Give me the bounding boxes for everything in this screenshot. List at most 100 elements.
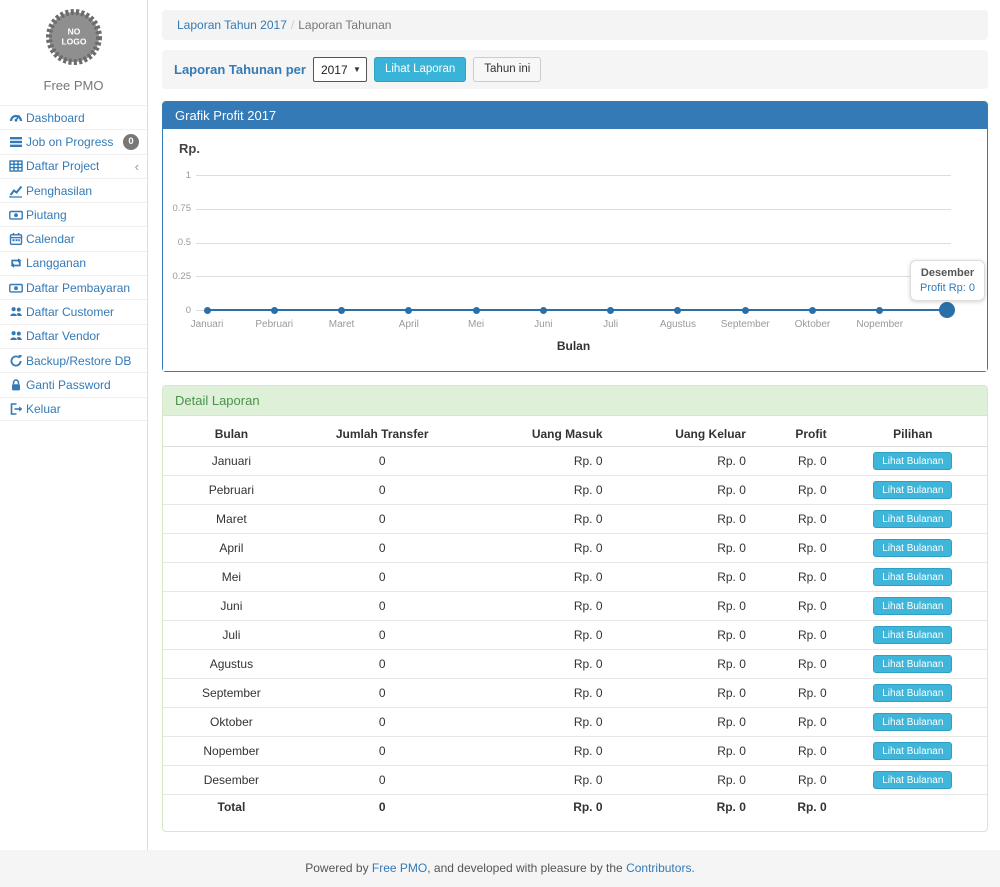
footer-link-freepmo[interactable]: Free PMO bbox=[372, 861, 427, 875]
cell-uang_masuk: Rp. 0 bbox=[465, 708, 615, 737]
table-row-juni: Juni0Rp. 0Rp. 0Rp. 0Lihat Bulanan bbox=[163, 592, 987, 621]
cell-uang_keluar: Rp. 0 bbox=[615, 505, 758, 534]
cell-bulan: Oktober bbox=[163, 708, 300, 737]
sidebar-item-daftar-pembayaran[interactable]: Daftar Pembayaran bbox=[0, 275, 147, 299]
cell-profit: Rp. 0 bbox=[758, 592, 839, 621]
cell-bulan: April bbox=[163, 534, 300, 563]
view-monthly-button-mei[interactable]: Lihat Bulanan bbox=[873, 568, 952, 586]
chart-point-agustus[interactable] bbox=[674, 307, 681, 314]
chart-point-mei[interactable] bbox=[473, 307, 480, 314]
cell-uang_keluar: Rp. 0 bbox=[615, 447, 758, 476]
sidebar-item-piutang[interactable]: Piutang bbox=[0, 202, 147, 226]
table-header-row: BulanJumlah TransferUang MasukUang Kelua… bbox=[163, 422, 987, 447]
view-monthly-button-oktober[interactable]: Lihat Bulanan bbox=[873, 713, 952, 731]
cell-uang_masuk: Rp. 0 bbox=[465, 679, 615, 708]
footer-link-contributors[interactable]: Contributors. bbox=[626, 861, 695, 875]
detail-panel-title: Detail Laporan bbox=[163, 386, 987, 416]
cell-bulan: Nopember bbox=[163, 737, 300, 766]
column-header-uang-masuk: Uang Masuk bbox=[465, 422, 615, 447]
view-monthly-button-juni[interactable]: Lihat Bulanan bbox=[873, 597, 952, 615]
table-row-september: September0Rp. 0Rp. 0Rp. 0Lihat Bulanan bbox=[163, 679, 987, 708]
tachometer-icon bbox=[9, 111, 26, 125]
chart-point-maret[interactable] bbox=[338, 307, 345, 314]
table-row-juli: Juli0Rp. 0Rp. 0Rp. 0Lihat Bulanan bbox=[163, 621, 987, 650]
chart-point-juni[interactable] bbox=[540, 307, 547, 314]
sidebar-item-keluar[interactable]: Keluar bbox=[0, 397, 147, 421]
chart-point-nopember[interactable] bbox=[876, 307, 883, 314]
filter-label: Laporan Tahunan per bbox=[174, 62, 306, 77]
chart-gridline bbox=[196, 175, 951, 176]
view-monthly-button-juli[interactable]: Lihat Bulanan bbox=[873, 626, 952, 644]
cell-uang_keluar: Rp. 0 bbox=[615, 737, 758, 766]
chart-gridline bbox=[196, 276, 951, 277]
cell-jumlah_transfer: 0 bbox=[300, 650, 465, 679]
cell-uang_keluar: Rp. 0 bbox=[615, 592, 758, 621]
chart-point-januari[interactable] bbox=[204, 307, 211, 314]
cell-uang_keluar: Rp. 0 bbox=[615, 563, 758, 592]
sidebar-item-langganan[interactable]: Langganan bbox=[0, 251, 147, 275]
sidebar-item-calendar[interactable]: Calendar bbox=[0, 226, 147, 250]
sidebar: NO LOGO Free PMO DashboardJob on Progres… bbox=[0, 0, 148, 850]
chart-point-september[interactable] bbox=[742, 307, 749, 314]
cell-pilihan: Lihat Bulanan bbox=[839, 650, 987, 679]
chart-point-desember[interactable] bbox=[939, 302, 955, 318]
cell-pilihan: Lihat Bulanan bbox=[839, 737, 987, 766]
view-monthly-button-nopember[interactable]: Lihat Bulanan bbox=[873, 742, 952, 760]
logo: NO LOGO bbox=[0, 0, 147, 69]
tasks-icon bbox=[9, 135, 26, 149]
sidebar-item-daftar-project[interactable]: Daftar Project‹ bbox=[0, 154, 147, 178]
page-footer: Powered by Free PMO, and developed with … bbox=[0, 850, 1000, 887]
chart-y-axis-title: Rp. bbox=[179, 141, 200, 156]
view-report-button[interactable]: Lihat Laporan bbox=[374, 57, 466, 82]
chart-point-oktober[interactable] bbox=[809, 307, 816, 314]
view-monthly-button-maret[interactable]: Lihat Bulanan bbox=[873, 510, 952, 528]
sidebar-menu: DashboardJob on Progress0Daftar Project‹… bbox=[0, 105, 147, 421]
column-header-profit: Profit bbox=[758, 422, 839, 447]
cell-profit: Rp. 0 bbox=[758, 737, 839, 766]
calendar-icon bbox=[9, 232, 26, 246]
chart-point-juli[interactable] bbox=[607, 307, 614, 314]
sidebar-item-label: Daftar Project bbox=[26, 159, 99, 173]
sidebar-item-penghasilan[interactable]: Penghasilan bbox=[0, 178, 147, 202]
breadcrumb-link[interactable]: Laporan Tahun 2017 bbox=[177, 18, 287, 32]
sidebar-item-backup-restore-db[interactable]: Backup/Restore DB bbox=[0, 348, 147, 372]
cell-uang_masuk: Rp. 0 bbox=[465, 505, 615, 534]
view-monthly-button-agustus[interactable]: Lihat Bulanan bbox=[873, 655, 952, 673]
cell-pilihan: Lihat Bulanan bbox=[839, 592, 987, 621]
total-cell-profit: Rp. 0 bbox=[758, 795, 839, 820]
this-year-button[interactable]: Tahun ini bbox=[473, 57, 541, 82]
chart-point-pebruari[interactable] bbox=[271, 307, 278, 314]
year-select[interactable]: 2017 ▼ bbox=[313, 57, 367, 82]
svg-text:LOGO: LOGO bbox=[61, 37, 86, 47]
sidebar-item-dashboard[interactable]: Dashboard bbox=[0, 105, 147, 129]
view-monthly-button-desember[interactable]: Lihat Bulanan bbox=[873, 771, 952, 789]
report-table: BulanJumlah TransferUang MasukUang Kelua… bbox=[163, 422, 987, 819]
view-monthly-button-september[interactable]: Lihat Bulanan bbox=[873, 684, 952, 702]
table-body: Januari0Rp. 0Rp. 0Rp. 0Lihat BulananPebr… bbox=[163, 447, 987, 795]
caret-down-icon: ▼ bbox=[353, 65, 361, 74]
sidebar-item-label: Daftar Vendor bbox=[26, 329, 100, 343]
cell-jumlah_transfer: 0 bbox=[300, 766, 465, 795]
chart-x-tick-label: Maret bbox=[306, 319, 378, 330]
chart-x-tick-label: Oktober bbox=[776, 319, 848, 330]
lock-icon bbox=[9, 378, 26, 392]
view-monthly-button-april[interactable]: Lihat Bulanan bbox=[873, 539, 952, 557]
chart-gridline bbox=[196, 209, 951, 210]
cell-bulan: September bbox=[163, 679, 300, 708]
sidebar-item-ganti-password[interactable]: Ganti Password bbox=[0, 372, 147, 396]
cell-profit: Rp. 0 bbox=[758, 505, 839, 534]
sidebar-item-daftar-customer[interactable]: Daftar Customer bbox=[0, 299, 147, 323]
view-monthly-button-pebruari[interactable]: Lihat Bulanan bbox=[873, 481, 952, 499]
chart-x-tick-label: Nopember bbox=[844, 319, 916, 330]
sidebar-item-daftar-vendor[interactable]: Daftar Vendor bbox=[0, 324, 147, 348]
table-icon bbox=[9, 159, 26, 173]
sidebar-item-job-on-progress[interactable]: Job on Progress0 bbox=[0, 129, 147, 153]
breadcrumb: Laporan Tahun 2017/Laporan Tahunan bbox=[162, 10, 988, 40]
year-select-value: 2017 bbox=[321, 63, 348, 77]
chart-x-tick-label: Juni bbox=[507, 319, 579, 330]
chart-point-april[interactable] bbox=[405, 307, 412, 314]
cell-jumlah_transfer: 0 bbox=[300, 708, 465, 737]
view-monthly-button-januari[interactable]: Lihat Bulanan bbox=[873, 452, 952, 470]
chart-y-tick-label: 0 bbox=[163, 305, 191, 316]
cell-profit: Rp. 0 bbox=[758, 563, 839, 592]
